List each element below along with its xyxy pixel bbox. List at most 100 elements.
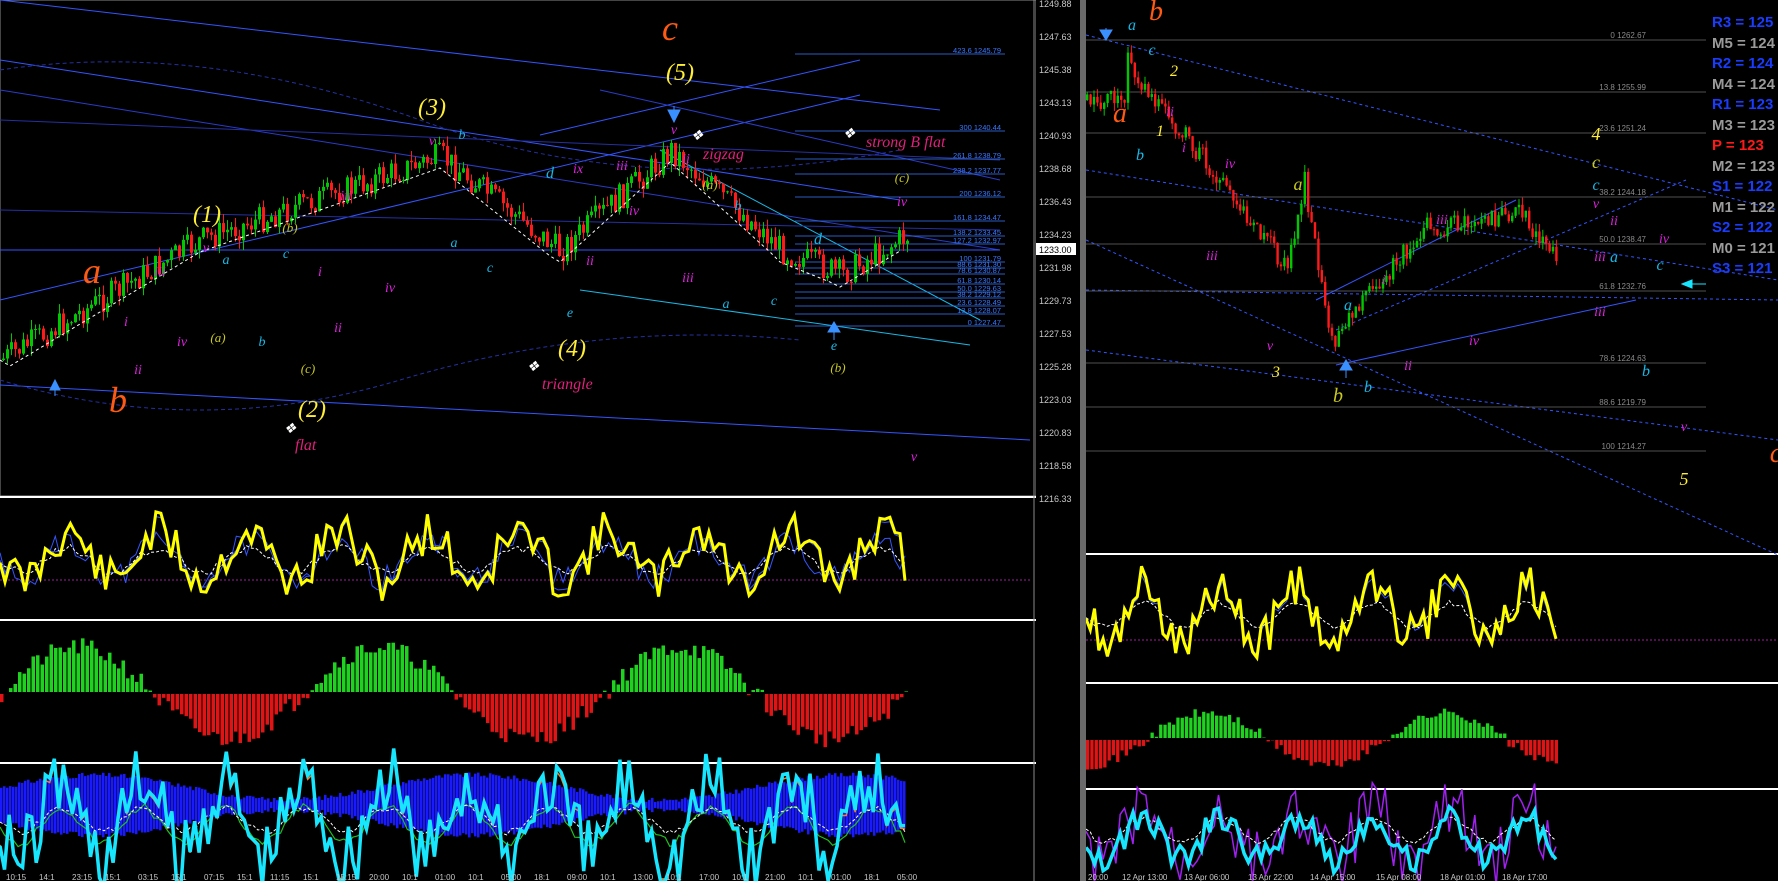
candle-body	[130, 280, 133, 283]
macd-bar	[301, 694, 305, 698]
stoch-histogram-bar	[606, 793, 609, 817]
candle-body	[1242, 206, 1245, 211]
stoch-histogram-bar	[18, 782, 21, 828]
macd-bar	[1159, 724, 1163, 738]
stoch-histogram-bar	[105, 775, 108, 835]
candle-body	[198, 237, 201, 250]
fib-level-label: 238.2 1237.77	[953, 166, 1001, 175]
wave-label: c	[1656, 257, 1663, 274]
candle-body	[1398, 264, 1402, 266]
candle-body	[38, 328, 41, 330]
candle-body	[686, 168, 689, 171]
wave-label: iv	[385, 281, 396, 296]
macd-bar	[472, 694, 476, 713]
stoch-histogram-bar	[363, 792, 366, 818]
wave-label: (4)	[558, 336, 586, 362]
price-tick-label: 1245.38	[1039, 65, 1072, 75]
candle-body	[230, 227, 233, 230]
macd-bar	[405, 646, 409, 692]
left-time-axis: 10:15 14:1 23:15 15:1 03:15 15:1 07:15 15:1 11:1…	[6, 873, 918, 881]
macd-bar	[1442, 708, 1447, 738]
wave-label: d	[814, 231, 823, 248]
macd-bar	[1344, 740, 1348, 761]
wave-label: 3	[1271, 364, 1280, 381]
channel-line	[1335, 299, 1637, 366]
left-price-scale[interactable]: 1249.88 1247.63 1245.38 1243.13 1240.93 1238.…	[1036, 0, 1078, 881]
pivot-level-label: P = 123	[1712, 137, 1764, 154]
candle-body	[822, 254, 825, 279]
candle-body	[1276, 242, 1279, 265]
macd-bar	[733, 673, 737, 692]
macd-bar	[841, 694, 845, 737]
macd-bar	[612, 680, 616, 692]
macd-bar	[13, 683, 17, 692]
macd-bar	[1464, 720, 1468, 738]
candle-body	[1500, 208, 1504, 216]
candle-body	[810, 249, 813, 252]
macd-bar	[432, 665, 436, 692]
candle-body	[186, 234, 189, 240]
candle-body	[774, 237, 777, 250]
candle-body	[34, 328, 37, 330]
stoch-histogram-bar	[306, 797, 309, 813]
candle-body	[834, 259, 837, 269]
time-tick-label: 09:00	[567, 873, 588, 881]
macd-bar	[477, 694, 481, 712]
macd-bar	[774, 694, 778, 711]
candle-body	[242, 223, 245, 241]
channel-line	[1315, 199, 1517, 301]
wave-label: e	[831, 339, 837, 354]
macd-bar	[657, 648, 661, 692]
stoch-histogram-bar	[684, 797, 687, 813]
right-chart-window[interactable]: 0 1262.67 13.8 1255.99 23.6 1251.24 38.2 12…	[1086, 0, 1778, 881]
macd-bar	[1232, 722, 1236, 738]
stoch-histogram-bar	[663, 798, 666, 812]
candle-body	[226, 229, 229, 233]
macd-bar	[504, 694, 508, 743]
candle-body	[1432, 229, 1436, 231]
macd-bar	[1116, 740, 1120, 762]
price-tick-label: 1218.58	[1039, 461, 1072, 471]
candle-body	[1191, 136, 1194, 152]
candle-body	[1341, 328, 1344, 331]
macd-bar	[850, 694, 854, 726]
macd-bar	[873, 694, 877, 722]
macd-bar	[643, 652, 647, 692]
candle-body	[1147, 83, 1150, 97]
stoch-histogram-bar	[420, 781, 423, 829]
left-chart-window[interactable]: 423.6 1245.79 300 1240.44 261.8 1238.79 238…	[0, 0, 1036, 881]
stoch-histogram-bar	[588, 793, 591, 817]
pivot-level-label: S3 = 121	[1712, 260, 1773, 277]
candle-body	[490, 184, 493, 194]
stoch-histogram-bar	[354, 793, 357, 817]
candle-body	[598, 205, 601, 209]
macd-bar	[787, 694, 791, 726]
stoch-histogram-bar	[678, 801, 681, 809]
macd-bar	[441, 676, 445, 692]
macd-bar	[589, 694, 593, 713]
macd-bar	[139, 673, 143, 692]
left-wave-labels: abc(1)(2)(3)(4)(5)viiiiiiivabc(a)(b)(c)i…	[49, 8, 946, 465]
macd-bar	[544, 694, 548, 742]
candle-body	[1174, 123, 1177, 134]
candle-body	[766, 228, 769, 244]
candle-body	[14, 342, 17, 350]
time-tick-label: 13 Apr 06:00	[1184, 873, 1230, 881]
macd-bar	[576, 694, 580, 718]
fib-level-label: 13.8 1228.07	[957, 306, 1001, 315]
pivot-level-label: M1 = 122	[1712, 198, 1775, 216]
stoch-histogram-bar	[666, 800, 669, 810]
macd-bar	[508, 694, 512, 729]
wave-label: c	[283, 247, 290, 262]
wave-label: e	[567, 306, 573, 321]
stoch-histogram-bar	[750, 788, 753, 822]
candle-body	[1463, 216, 1466, 228]
macd-bar	[562, 694, 566, 732]
diamond-marker: ❖	[843, 127, 856, 142]
candle-body	[354, 179, 357, 194]
macd-bar	[67, 647, 71, 692]
wave-label: b	[1642, 363, 1650, 380]
macd-bar	[603, 690, 607, 692]
stoch-histogram-bar	[51, 777, 54, 833]
time-tick-label: 15 Apr 08:00	[1376, 873, 1422, 881]
